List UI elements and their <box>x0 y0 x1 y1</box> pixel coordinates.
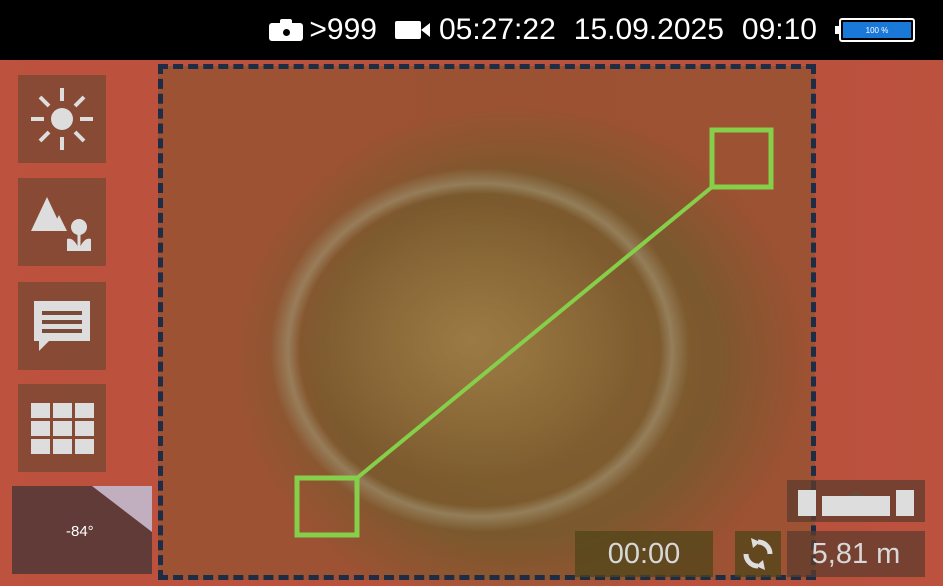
spirit-level-icon <box>798 490 914 516</box>
distance-readout: 5,81 m <box>787 531 925 577</box>
refresh-icon <box>743 538 773 570</box>
measurement-end-marker[interactable] <box>709 127 774 190</box>
measurement-start-marker[interactable] <box>294 475 360 538</box>
measurement-line <box>355 185 714 480</box>
timer-display: 00:00 <box>575 531 713 577</box>
level-indicator <box>787 480 925 522</box>
reset-button[interactable] <box>735 531 781 577</box>
